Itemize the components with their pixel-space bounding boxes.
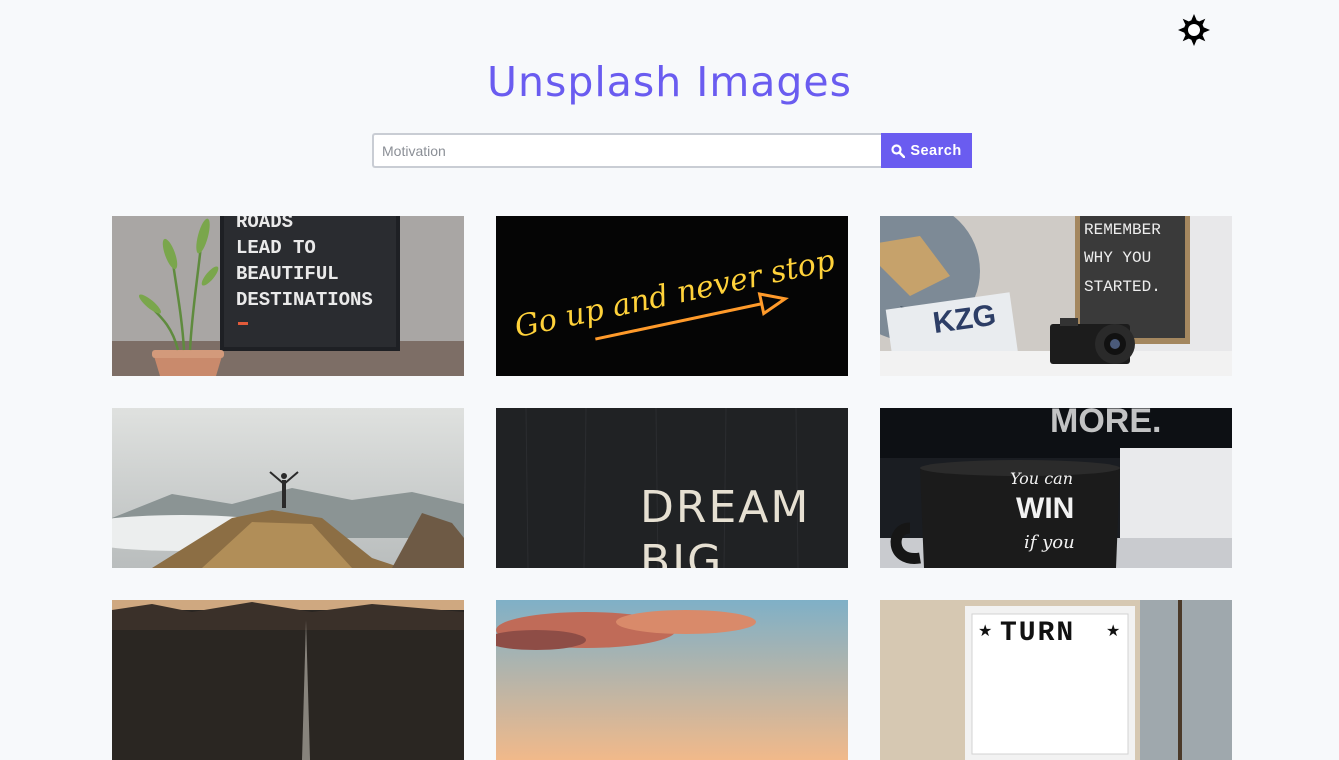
mug-line: WIN	[1016, 492, 1074, 525]
chalk-text: DREAM	[640, 482, 810, 533]
chalk-text: BIG.	[640, 536, 739, 568]
sun-icon	[1178, 14, 1210, 46]
gallery-image[interactable]: Go up and never stop	[496, 216, 848, 376]
board-line: STARTED.	[1084, 278, 1161, 296]
search-button[interactable]: Search	[881, 133, 972, 168]
lightbox-text: TURN	[1000, 618, 1075, 649]
board-line: ROADS	[236, 216, 293, 233]
star-icon: ★	[978, 621, 992, 640]
page-title: Unsplash Images	[486, 58, 853, 106]
board-line: BEAUTIFUL	[236, 263, 339, 285]
gallery-image[interactable]: ROADS LEAD TO BEAUTIFUL DESTINATIONS	[112, 216, 464, 376]
gallery-image[interactable]	[112, 408, 464, 568]
gallery-image[interactable]: DREAM BIG.	[496, 408, 848, 568]
board-line: DESTINATIONS	[236, 289, 373, 311]
search-button-label: Search	[910, 142, 962, 159]
image-gallery: ROADS LEAD TO BEAUTIFUL DESTINATIONS Go …	[112, 216, 1232, 760]
background-sign-text: MORE.	[1050, 408, 1161, 440]
star-icon: ★	[1106, 621, 1120, 640]
mug-line: You can	[1010, 469, 1073, 488]
theme-toggle-button[interactable]	[1177, 13, 1211, 47]
gallery-image[interactable]: REMEMBER WHY YOU STARTED. KZG	[880, 216, 1232, 376]
gallery-image[interactable]	[112, 600, 464, 760]
search-form: Search	[372, 133, 972, 168]
board-line: LEAD TO	[236, 237, 316, 259]
gallery-image[interactable]: MORE. You can WIN if you	[880, 408, 1232, 568]
board-line: REMEMBER	[1084, 221, 1161, 239]
gallery-image[interactable]: ★ TURN ★	[880, 600, 1232, 760]
board-line: WHY YOU	[1084, 249, 1151, 267]
search-input[interactable]	[372, 133, 881, 168]
mug-line: if you	[1024, 532, 1075, 553]
gallery-image[interactable]	[496, 600, 848, 760]
search-icon	[891, 143, 906, 158]
